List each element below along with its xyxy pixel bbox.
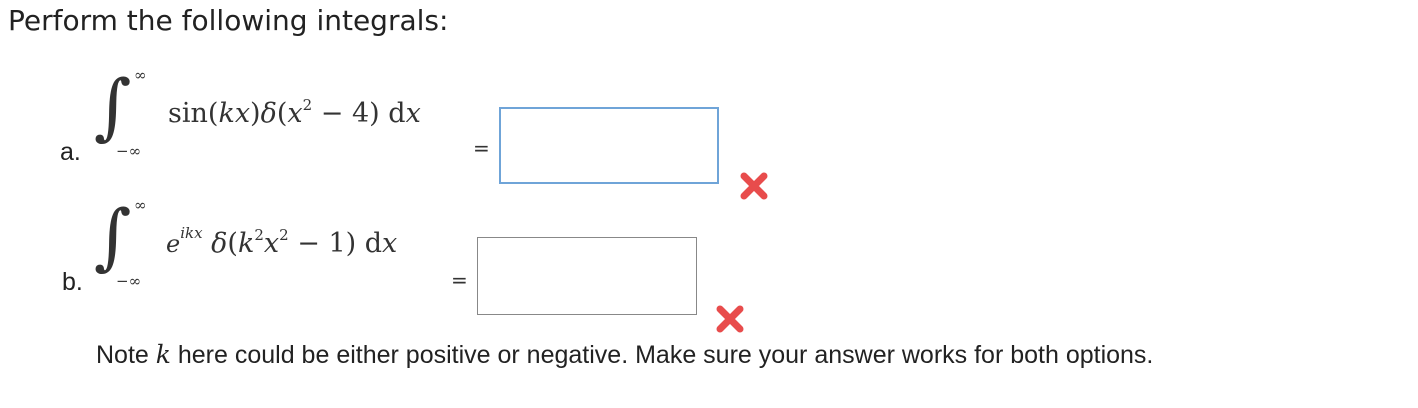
- exponent: ikx: [180, 224, 203, 242]
- euler-e: e: [166, 230, 181, 258]
- lower-limit-a: −∞: [116, 142, 142, 160]
- var-k: k: [218, 98, 235, 129]
- lower-limit-b: −∞: [116, 272, 142, 290]
- note-text: Note k here could be either positive or …: [96, 340, 1153, 370]
- paren: (: [227, 228, 238, 259]
- answer-input-b[interactable]: [477, 237, 697, 315]
- sin-func: sin: [168, 98, 208, 129]
- var-x: x: [287, 98, 303, 129]
- constant-term: − 4): [312, 98, 380, 129]
- part-a-label: a.: [60, 138, 81, 166]
- x-mark-icon: [740, 172, 768, 200]
- power: 2: [254, 226, 264, 244]
- paren: ): [250, 98, 261, 129]
- integral-sign-a: ∫: [94, 64, 132, 148]
- equals-sign-a: =: [473, 136, 490, 160]
- paren: (: [276, 98, 288, 129]
- constant-term: − 1): [288, 228, 357, 259]
- var-x: x: [234, 98, 251, 129]
- integrand-b: eikx δ(k2x2 − 1) dx: [166, 224, 397, 259]
- paren: (: [207, 98, 219, 129]
- upper-limit-b: ∞: [134, 196, 147, 214]
- differential-d: d: [379, 98, 406, 129]
- delta-symbol: δ: [260, 98, 277, 129]
- differential-d: d: [356, 228, 383, 259]
- var-k: k: [155, 340, 171, 369]
- integral-sign-b: ∫: [94, 194, 132, 278]
- answer-input-a[interactable]: [499, 107, 719, 184]
- note-after: here could be either positive or negativ…: [170, 341, 1154, 369]
- question-heading: Perform the following integrals:: [8, 4, 449, 37]
- x-mark-icon: [716, 305, 744, 333]
- power: 2: [279, 226, 289, 244]
- delta-symbol: δ: [211, 228, 228, 259]
- power: 2: [302, 96, 313, 114]
- var-k: k: [237, 228, 255, 259]
- integrand-a: sin(kx)δ(x2 − 4) dx: [168, 96, 421, 129]
- var-x: x: [263, 228, 280, 259]
- var-x: x: [382, 228, 398, 259]
- upper-limit-a: ∞: [134, 66, 147, 84]
- equals-sign-b: =: [451, 268, 468, 292]
- part-b-label: b.: [62, 268, 83, 296]
- var-x: x: [405, 98, 421, 129]
- note-before: Note: [96, 341, 156, 369]
